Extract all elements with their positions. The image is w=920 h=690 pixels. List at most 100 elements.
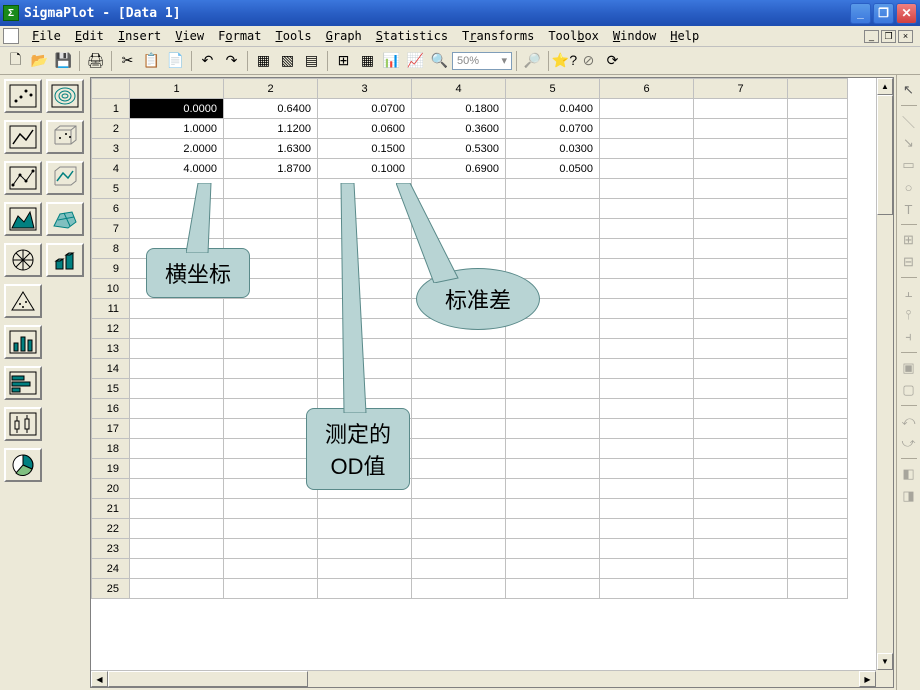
3d-scatter-button[interactable] (46, 120, 84, 154)
row-header[interactable]: 7 (92, 219, 130, 239)
cell[interactable] (694, 339, 788, 359)
cell[interactable]: 0.1800 (412, 99, 506, 119)
cell[interactable] (788, 499, 848, 519)
row-header[interactable]: 2 (92, 119, 130, 139)
row-header[interactable]: 6 (92, 199, 130, 219)
open-button[interactable]: 📂 (28, 50, 51, 72)
cell[interactable]: 2.0000 (130, 139, 224, 159)
mdi-minimize-button[interactable]: _ (864, 30, 879, 43)
cell[interactable] (506, 519, 600, 539)
cell[interactable] (600, 419, 694, 439)
cell[interactable] (130, 299, 224, 319)
cell[interactable] (318, 579, 412, 599)
cell[interactable] (506, 439, 600, 459)
ellipse-tool[interactable]: ○ (900, 178, 918, 196)
line-color-button[interactable]: ◨ (900, 487, 918, 505)
cell[interactable] (600, 439, 694, 459)
bring-front-button[interactable]: ▣ (900, 359, 918, 377)
menu-statistics[interactable]: Statistics (369, 27, 455, 45)
cell[interactable] (224, 219, 318, 239)
maximize-button[interactable]: ❐ (873, 3, 894, 24)
cell[interactable] (694, 379, 788, 399)
row-header[interactable]: 3 (92, 139, 130, 159)
cell[interactable]: 1.0000 (130, 119, 224, 139)
cell[interactable] (130, 519, 224, 539)
ungroup-button[interactable]: ⊟ (900, 253, 918, 271)
hbar-chart-button[interactable] (4, 366, 42, 400)
row-header[interactable]: 5 (92, 179, 130, 199)
align-center-button[interactable]: ⫯ (900, 306, 918, 324)
row-header[interactable]: 4 (92, 159, 130, 179)
scroll-down-arrow[interactable]: ▼ (877, 653, 893, 670)
line-tool[interactable]: ＼ (900, 112, 918, 130)
menu-edit[interactable]: Edit (68, 27, 111, 45)
cell[interactable] (788, 419, 848, 439)
paste-button[interactable]: 📄 (164, 50, 187, 72)
cell[interactable] (788, 539, 848, 559)
cell[interactable] (224, 339, 318, 359)
cell[interactable] (130, 539, 224, 559)
cell[interactable] (600, 199, 694, 219)
cell[interactable] (694, 399, 788, 419)
cell[interactable]: 1.8700 (224, 159, 318, 179)
cell[interactable] (318, 519, 412, 539)
cell[interactable] (130, 339, 224, 359)
row-header[interactable]: 13 (92, 339, 130, 359)
cell[interactable] (224, 359, 318, 379)
horizontal-scrollbar[interactable]: ◀ ▶ (91, 670, 876, 687)
cell[interactable] (130, 579, 224, 599)
cell[interactable]: 0.0400 (506, 99, 600, 119)
cell[interactable] (506, 499, 600, 519)
3d-line-button[interactable] (46, 161, 84, 195)
cell[interactable] (318, 539, 412, 559)
cell[interactable] (224, 579, 318, 599)
cell[interactable] (224, 419, 318, 439)
cell[interactable] (694, 439, 788, 459)
cell[interactable] (506, 559, 600, 579)
cell[interactable] (788, 219, 848, 239)
bar-chart-button[interactable] (4, 325, 42, 359)
cell[interactable] (224, 499, 318, 519)
cell[interactable] (600, 139, 694, 159)
menu-transforms[interactable]: Transforms (455, 27, 541, 45)
cell[interactable] (224, 539, 318, 559)
cell[interactable] (694, 239, 788, 259)
cell[interactable] (130, 559, 224, 579)
cell[interactable] (412, 439, 506, 459)
cell[interactable] (600, 539, 694, 559)
cell[interactable] (694, 539, 788, 559)
cell[interactable] (412, 499, 506, 519)
cell[interactable]: 0.6900 (412, 159, 506, 179)
cell[interactable]: 1.1200 (224, 119, 318, 139)
cell[interactable] (412, 339, 506, 359)
cell[interactable] (600, 159, 694, 179)
cut-button[interactable]: ✂ (116, 50, 139, 72)
scroll-right-arrow[interactable]: ▶ (859, 671, 876, 687)
cell[interactable] (224, 439, 318, 459)
cell[interactable] (506, 179, 600, 199)
cell[interactable] (412, 519, 506, 539)
cell[interactable] (224, 559, 318, 579)
column-header[interactable]: 4 (412, 79, 506, 99)
cell[interactable] (600, 499, 694, 519)
menu-help[interactable]: Help (663, 27, 706, 45)
cell[interactable] (788, 279, 848, 299)
cell[interactable] (130, 499, 224, 519)
cell[interactable] (788, 359, 848, 379)
cell[interactable] (506, 199, 600, 219)
cell[interactable] (788, 519, 848, 539)
scroll-v-thumb[interactable] (877, 95, 893, 215)
cell[interactable] (600, 559, 694, 579)
rotate-left-button[interactable]: ⤺ (900, 412, 918, 430)
cell[interactable] (600, 279, 694, 299)
row-header[interactable]: 19 (92, 459, 130, 479)
cell[interactable] (788, 99, 848, 119)
cell[interactable] (130, 359, 224, 379)
graph-wizard-button[interactable]: 📊 (380, 50, 403, 72)
row-header[interactable]: 20 (92, 479, 130, 499)
cell[interactable] (318, 559, 412, 579)
cell[interactable] (694, 579, 788, 599)
cell[interactable] (412, 399, 506, 419)
cell[interactable] (694, 479, 788, 499)
cell[interactable] (130, 379, 224, 399)
